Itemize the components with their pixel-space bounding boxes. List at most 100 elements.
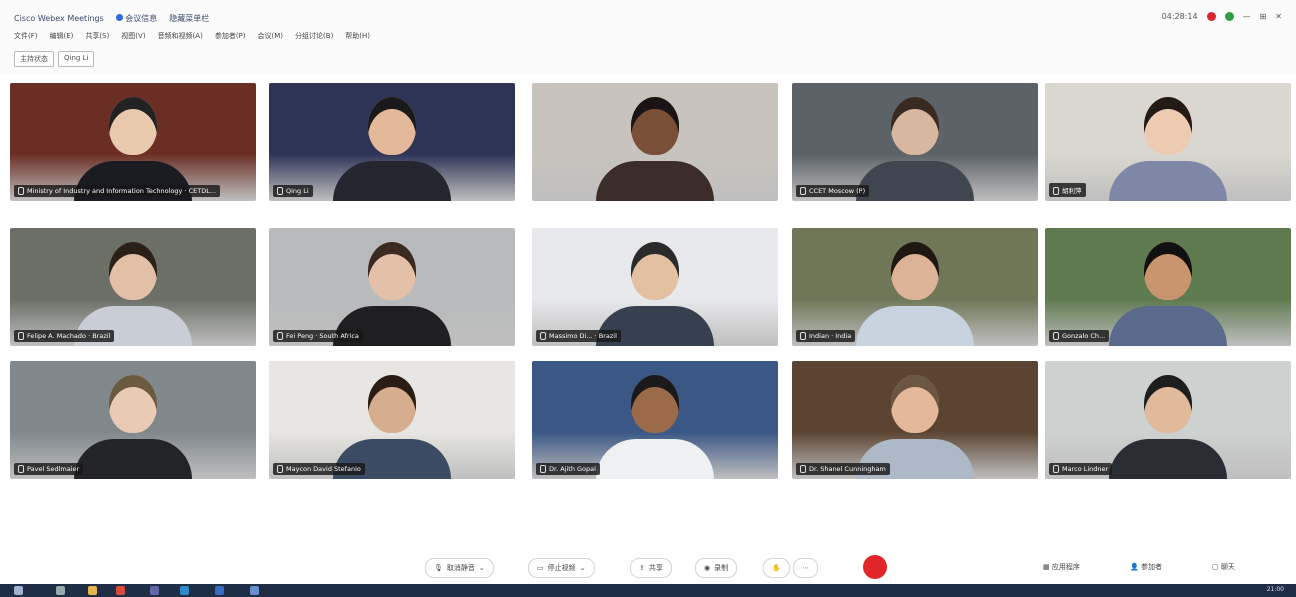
view-chips: 主持状态 Qing Li	[14, 51, 95, 67]
menu-bar: 文件(F) 编辑(E) 共享(S) 视图(V) 音频和视频(A) 参加者(P) …	[14, 31, 370, 41]
participant-name: Maycon David Stefanio	[286, 465, 361, 473]
participant-name: Massimo Di... · Brazil	[549, 332, 617, 340]
layout-icon[interactable]: ⊞	[1260, 12, 1267, 21]
participant-name-tag: Fei Peng · South Africa	[273, 330, 363, 342]
participant-head	[1144, 375, 1192, 433]
chip-active-speaker[interactable]: Qing Li	[58, 51, 95, 67]
participant-name-tag: Indian · India	[796, 330, 856, 342]
record-button[interactable]: ◉ 录制	[695, 558, 738, 578]
menu-audio-video[interactable]: 音频和视频(A)	[158, 31, 203, 41]
participant-name: Dr. Shanel Cunningham	[809, 465, 886, 473]
video-tile[interactable]: Fei Peng · South Africa	[269, 228, 515, 346]
participant-name: CCET Moscow (P)	[809, 187, 866, 195]
participant-body	[856, 306, 974, 346]
reactions-button[interactable]: ✋	[763, 558, 790, 578]
video-tile[interactable]: Qing Li	[269, 83, 515, 201]
participant-name-tag: Ministry of Industry and Information Tec…	[14, 185, 221, 197]
menu-view[interactable]: 视图(V)	[121, 31, 145, 41]
meeting-info-button[interactable]: 会议信息	[115, 13, 157, 24]
video-tile[interactable]: CCET Moscow (P)	[792, 83, 1038, 201]
mic-icon	[540, 332, 546, 340]
chip-host-status[interactable]: 主持状态	[14, 51, 54, 67]
app-icon[interactable]	[250, 586, 259, 595]
unmute-button[interactable]: 🎙 取消静音 ⌄	[425, 558, 494, 578]
hand-icon: ✋	[772, 564, 781, 572]
apps-button[interactable]: ▦ 应用程序	[1043, 562, 1080, 572]
participant-name: Gonzalo Ch...	[1062, 332, 1106, 340]
start-icon[interactable]	[14, 586, 23, 595]
powerpoint-icon[interactable]	[116, 586, 125, 595]
minimize-icon[interactable]: —	[1243, 12, 1251, 21]
mic-icon	[18, 187, 24, 195]
participant-body	[1109, 161, 1227, 201]
participant-name: Marco Lindner	[1062, 465, 1109, 473]
folder-icon[interactable]	[88, 586, 97, 595]
participant-name-tag: CCET Moscow (P)	[796, 185, 870, 197]
close-icon[interactable]: ✕	[1275, 12, 1282, 21]
participant-head	[109, 97, 157, 155]
chat-button[interactable]: ▢ 聊天	[1212, 562, 1235, 572]
more-icon: ⋯	[802, 564, 809, 572]
mic-icon	[800, 465, 806, 473]
end-meeting-button[interactable]	[863, 555, 887, 579]
menu-breakout[interactable]: 分组讨论(B)	[295, 31, 333, 41]
participant-name: Dr. Ajith Gopal	[549, 465, 596, 473]
window-controls: 04:28:14 — ⊞ ✕	[1162, 12, 1282, 21]
system-tray: 21:00	[1267, 586, 1284, 593]
mic-icon	[1053, 332, 1059, 340]
menu-share[interactable]: 共享(S)	[85, 31, 109, 41]
mic-icon	[18, 332, 24, 340]
participant-body	[333, 161, 451, 201]
participant-head	[891, 375, 939, 433]
connection-indicator-icon[interactable]	[1224, 12, 1234, 21]
video-tile[interactable]	[532, 83, 778, 201]
participant-body	[1109, 306, 1227, 346]
participant-name: Felipe A. Machado · Brazil	[27, 332, 111, 340]
search-icon[interactable]	[56, 586, 65, 595]
video-tile[interactable]: Dr. Shanel Cunningham	[792, 361, 1038, 479]
video-tile[interactable]: Ministry of Industry and Information Tec…	[10, 83, 256, 201]
participant-head	[891, 97, 939, 155]
participant-name: Qing Li	[286, 187, 309, 195]
meeting-timer: 04:28:14	[1161, 12, 1198, 21]
hide-menu-button[interactable]: 隐藏菜单栏	[169, 13, 209, 24]
menu-meeting[interactable]: 会议(M)	[258, 31, 284, 41]
participant-body	[596, 439, 714, 479]
webex-icon[interactable]	[215, 586, 224, 595]
participant-head	[109, 375, 157, 433]
participant-head	[631, 375, 679, 433]
menu-edit[interactable]: 编辑(E)	[50, 31, 74, 41]
share-icon: ⇪	[639, 564, 645, 572]
video-tile[interactable]: Gonzalo Ch...	[1045, 228, 1291, 346]
participant-head	[891, 242, 939, 300]
video-tile[interactable]: Maycon David Stefanio	[269, 361, 515, 479]
video-tile[interactable]: Felipe A. Machado · Brazil	[10, 228, 256, 346]
participant-name: Ministry of Industry and Information Tec…	[27, 187, 217, 195]
video-tile[interactable]: 胡利萍	[1045, 83, 1291, 201]
mic-icon	[18, 465, 24, 473]
menu-participants[interactable]: 参加者(P)	[215, 31, 246, 41]
stop-video-button[interactable]: ▭ 停止视频 ⌄	[528, 558, 595, 578]
share-button[interactable]: ⇪ 共享	[630, 558, 672, 578]
participant-head	[368, 97, 416, 155]
participant-name-tag: Maycon David Stefanio	[273, 463, 365, 475]
menu-help[interactable]: 帮助(H)	[345, 31, 370, 41]
clock: 21:00	[1266, 586, 1284, 593]
video-tile[interactable]: Dr. Ajith Gopal	[532, 361, 778, 479]
more-button[interactable]: ⋯	[793, 558, 818, 578]
participant-name-tag: Marco Lindner	[1049, 463, 1113, 475]
video-tile[interactable]: Marco Lindner	[1045, 361, 1291, 479]
participant-head	[368, 375, 416, 433]
browser-icon[interactable]	[180, 586, 189, 595]
app-icon[interactable]	[150, 586, 159, 595]
video-tile[interactable]: Indian · India	[792, 228, 1038, 346]
title-row: Cisco Webex Meetings 会议信息 隐藏菜单栏	[14, 13, 209, 24]
mic-icon	[540, 465, 546, 473]
video-tile[interactable]: Massimo Di... · Brazil	[532, 228, 778, 346]
participant-name-tag: Pavel Sedlmaier	[14, 463, 84, 475]
participants-button[interactable]: 👤 参加者	[1130, 562, 1162, 572]
video-tile[interactable]: Pavel Sedlmaier	[10, 361, 256, 479]
menu-file[interactable]: 文件(F)	[14, 31, 38, 41]
participant-name: 胡利萍	[1062, 187, 1082, 195]
recording-indicator-icon[interactable]	[1206, 12, 1216, 21]
